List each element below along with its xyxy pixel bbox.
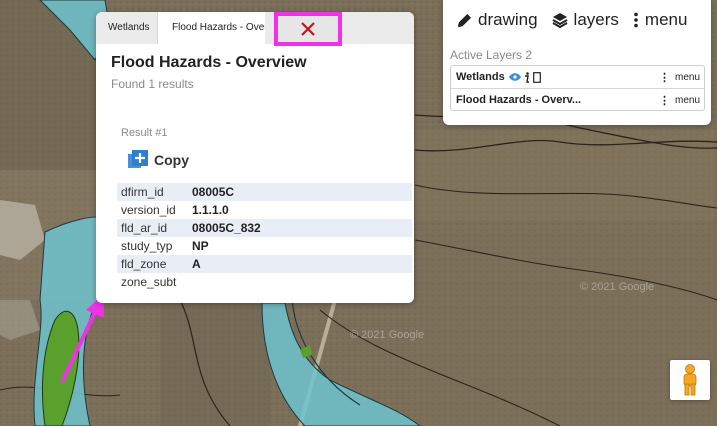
- drawing-label: drawing: [478, 10, 538, 29]
- layers-label: layers: [573, 10, 619, 29]
- popup-title: Flood Hazards - Overview: [111, 54, 307, 71]
- more-vert-icon: ⋮: [658, 71, 670, 84]
- attr-value: NP: [192, 239, 209, 253]
- drawing-button[interactable]: drawing: [457, 10, 538, 30]
- layer-menu-button[interactable]: ⋮ menu: [659, 66, 700, 88]
- attr-value: 08005C_832: [188, 219, 412, 237]
- attr-value: 1.1.1.0: [192, 203, 229, 217]
- close-icon: [301, 22, 315, 36]
- active-layer-list: Wetlands ⋮ menu Flood Hazards - Overv...…: [450, 65, 705, 111]
- info-icon[interactable]: [524, 71, 530, 83]
- copy-icon: [128, 150, 148, 168]
- menu-button[interactable]: menu: [633, 10, 688, 30]
- layers-button[interactable]: layers: [552, 10, 619, 30]
- attr-key: version_id: [121, 203, 176, 217]
- attr-value: 08005C: [188, 183, 412, 201]
- layer-menu-label: menu: [674, 71, 700, 83]
- layer-row-wetlands[interactable]: Wetlands ⋮ menu: [451, 66, 704, 88]
- attr-key: study_typ: [121, 239, 173, 253]
- layer-menu-label: menu: [674, 94, 700, 106]
- layer-row-flood-hazards[interactable]: Flood Hazards - Overv... ⋮ menu: [451, 88, 704, 110]
- table-row: version_id 1.1.1.0: [117, 201, 412, 219]
- map-watermark: © 2021 Google: [350, 329, 424, 341]
- more-vert-icon: ⋮: [658, 94, 670, 107]
- active-layers-label: Active Layers 2: [450, 48, 533, 62]
- device-icon[interactable]: [532, 71, 541, 83]
- attr-key: dfirm_id: [117, 183, 188, 201]
- pegman-icon: [683, 364, 697, 396]
- layers-panel: drawing layers menu Active Layers 2 Wetl…: [443, 0, 711, 125]
- more-vert-icon: [633, 12, 639, 28]
- attr-key: zone_subt: [121, 275, 177, 289]
- eye-icon[interactable]: [508, 73, 521, 81]
- feature-info-popup: Wetlands Flood Hazards - Overview Flood …: [96, 12, 414, 303]
- tab-flood-hazards[interactable]: Flood Hazards - Overview: [159, 12, 265, 44]
- layer-name[interactable]: Flood Hazards - Overv...: [456, 94, 581, 106]
- popup-tabs: Wetlands Flood Hazards - Overview: [96, 12, 414, 46]
- result-count: Found 1 results: [111, 77, 194, 91]
- table-row: fld_ar_id 08005C_832: [117, 219, 412, 237]
- attr-value: A: [188, 255, 412, 273]
- table-row: dfirm_id 08005C: [117, 183, 412, 201]
- tab-wetlands[interactable]: Wetlands: [96, 12, 158, 44]
- street-view-pegman-button[interactable]: [670, 360, 710, 400]
- attribute-table: dfirm_id 08005C version_id 1.1.1.0 fld_a…: [117, 183, 412, 291]
- copy-label: Copy: [154, 152, 189, 168]
- pencil-icon: [457, 13, 472, 28]
- layer-menu-button[interactable]: ⋮ menu: [659, 89, 700, 111]
- map-watermark: © 2021 Google: [580, 281, 654, 293]
- table-row: fld_zone A: [117, 255, 412, 273]
- map-toolbar: drawing layers menu: [457, 8, 701, 32]
- close-popup-button[interactable]: [274, 12, 342, 46]
- attr-value: [188, 273, 412, 291]
- table-row: zone_subt: [117, 273, 412, 291]
- table-row: study_typ NP: [117, 237, 412, 255]
- menu-label: menu: [644, 10, 688, 29]
- layers-icon: [552, 12, 568, 28]
- copy-button[interactable]: Copy: [128, 149, 189, 171]
- layer-name[interactable]: Wetlands: [456, 71, 505, 83]
- result-label: Result #1: [121, 127, 168, 139]
- attr-key: fld_ar_id: [117, 219, 188, 237]
- attr-key: fld_zone: [117, 255, 188, 273]
